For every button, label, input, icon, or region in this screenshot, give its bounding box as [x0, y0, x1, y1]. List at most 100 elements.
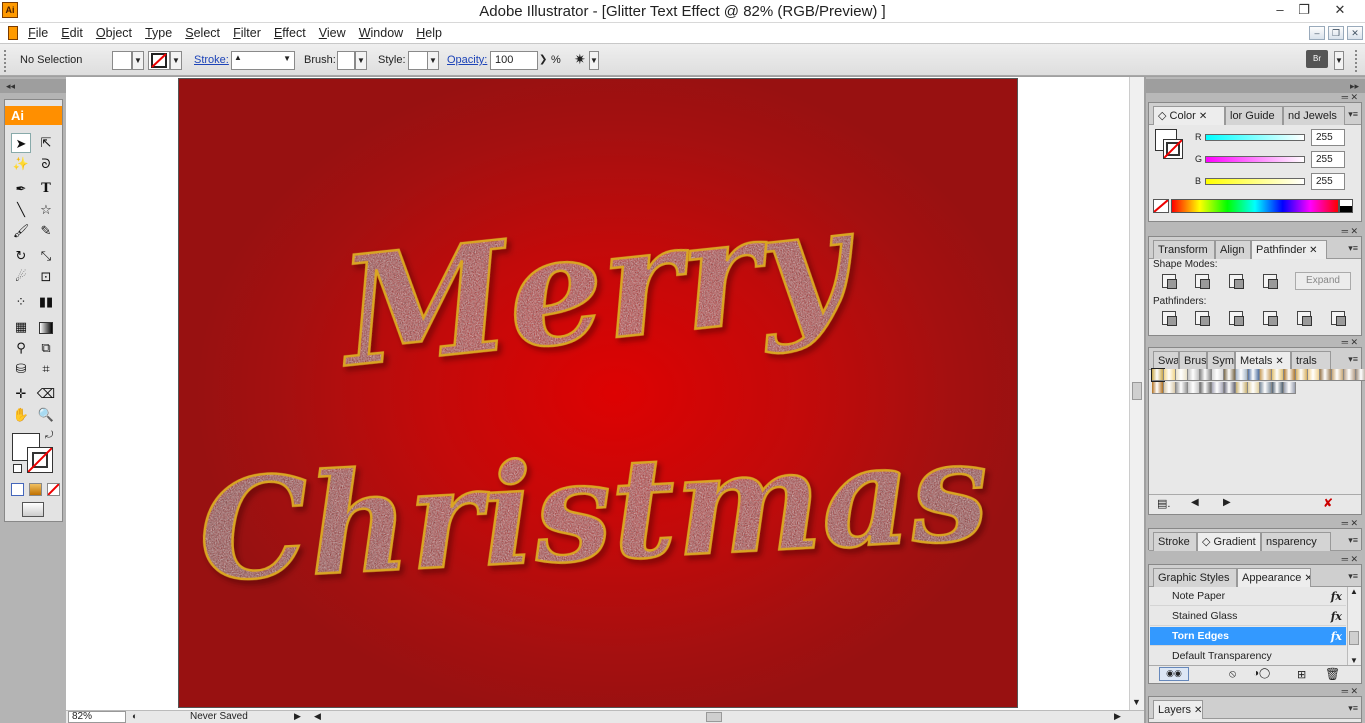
bridge-icon[interactable]: Br — [1306, 50, 1328, 68]
gradient-tool-icon[interactable] — [36, 317, 56, 337]
live-paint-selection-tool-icon[interactable]: ⌗ — [36, 359, 56, 379]
layers-collapse-icon[interactable]: ═ ✕ — [1342, 686, 1358, 697]
gradient-mode-icon[interactable] — [29, 483, 42, 496]
blend-tool-icon[interactable]: ⧉ — [36, 338, 56, 358]
scroll-thumb[interactable] — [1132, 382, 1142, 400]
tab-transform[interactable]: Transform — [1153, 240, 1215, 259]
intersect-icon[interactable] — [1229, 274, 1244, 289]
tab-gradient[interactable]: ◇ Gradient✕ — [1197, 532, 1261, 551]
tab-layers[interactable]: Layers ✕ — [1153, 700, 1203, 719]
expand-button[interactable]: Expand — [1295, 272, 1351, 290]
metal-swatch[interactable] — [1260, 382, 1272, 394]
trim-icon[interactable] — [1195, 311, 1210, 326]
control-bar-grip[interactable] — [4, 50, 8, 72]
metal-swatch[interactable] — [1164, 382, 1176, 394]
red-slider[interactable] — [1205, 134, 1305, 141]
break-link-icon[interactable]: ⦸ — [1229, 668, 1236, 681]
tab-align[interactable]: Align — [1215, 240, 1251, 259]
tab-brushes[interactable]: Brus — [1179, 351, 1207, 370]
sparkle-options-icon[interactable]: ✷ — [574, 51, 586, 68]
close-button[interactable]: ✕ — [1320, 0, 1360, 22]
style-libraries-icon[interactable]: ◉◉ — [1159, 667, 1189, 681]
menu-select[interactable]: Select — [180, 23, 225, 43]
metal-swatch[interactable] — [1356, 369, 1365, 381]
exclude-icon[interactable] — [1263, 274, 1278, 289]
metal-swatch[interactable] — [1224, 382, 1236, 394]
stroke-color-box[interactable] — [27, 447, 53, 473]
christmas-text[interactable]: Christmas — [194, 407, 994, 614]
pathfinder-menu-icon[interactable]: ▾≡ — [1348, 243, 1358, 254]
doc-minimize-button[interactable]: – — [1309, 26, 1325, 40]
styles-scroll-thumb[interactable] — [1349, 631, 1359, 645]
menu-help[interactable]: Help — [411, 23, 447, 43]
glitter-text-artwork[interactable]: Merry Christmas — [179, 79, 1018, 708]
merry-text[interactable]: Merry — [327, 171, 866, 403]
menu-window[interactable]: Window — [354, 23, 408, 43]
artboard[interactable]: Merry Christmas — [178, 78, 1018, 708]
tab-metals[interactable]: Metals ✕ — [1235, 351, 1291, 370]
vertical-scrollbar[interactable]: ▼ — [1129, 77, 1144, 710]
warp-tool-icon[interactable]: ☄ — [11, 267, 31, 287]
metal-swatch[interactable] — [1248, 369, 1260, 381]
menu-type[interactable]: Type — [140, 23, 177, 43]
metal-swatch[interactable] — [1284, 382, 1296, 394]
color-panel-menu-icon[interactable]: ▾≡ — [1348, 109, 1358, 120]
color-panel-collapse-icon[interactable]: ═ ✕ — [1342, 92, 1358, 103]
style-stained-glass[interactable]: Stained Glass fx — [1150, 607, 1346, 626]
document-icon[interactable] — [8, 26, 18, 40]
expand-panels-icon[interactable]: ▸▸ — [1146, 79, 1365, 93]
brush-field[interactable] — [337, 51, 355, 70]
swatches-menu-icon[interactable]: ▾≡ — [1348, 354, 1358, 365]
metal-swatch[interactable] — [1176, 369, 1188, 381]
eraser-tool-icon[interactable]: ⌫ — [36, 384, 56, 404]
h-scroll-thumb[interactable] — [706, 712, 722, 722]
status-arrow-icon[interactable]: ▶ — [294, 711, 301, 722]
tab-stroke[interactable]: Stroke — [1153, 532, 1197, 551]
opacity-label[interactable]: Opacity: — [447, 54, 487, 66]
scroll-down-icon[interactable]: ▼ — [1348, 656, 1360, 665]
divide-icon[interactable] — [1162, 311, 1177, 326]
color-stroke-box[interactable] — [1163, 139, 1183, 159]
tab-symbols[interactable]: Sym — [1207, 351, 1235, 370]
selection-tool-icon[interactable]: ➤ — [11, 133, 31, 153]
opacity-arrow-icon[interactable]: ❯ — [539, 54, 547, 65]
styles-scrollbar[interactable]: ▲ ▼ — [1347, 587, 1360, 665]
restore-button[interactable]: ❐ — [1292, 0, 1316, 22]
none-mode-icon[interactable] — [47, 483, 60, 496]
metal-swatch[interactable] — [1236, 369, 1248, 381]
red-value-field[interactable]: 255 — [1311, 129, 1345, 146]
metal-swatch[interactable] — [1176, 382, 1188, 394]
menu-view[interactable]: View — [314, 23, 351, 43]
star-tool-icon[interactable]: ☆ — [36, 200, 56, 220]
tab-jewels[interactable]: nd Jewels — [1283, 106, 1345, 125]
free-transform-tool-icon[interactable]: ⊡ — [36, 267, 56, 287]
metal-swatch[interactable] — [1188, 382, 1200, 394]
scroll-down-icon[interactable]: ▼ — [1132, 697, 1141, 707]
live-paint-bucket-tool-icon[interactable]: ⛁ — [11, 359, 31, 379]
fill-dropdown[interactable]: ▼ — [132, 51, 144, 70]
scale-tool-icon[interactable]: ⤡ — [36, 246, 56, 266]
minimize-button[interactable]: – — [1268, 0, 1292, 22]
green-value-field[interactable]: 255 — [1311, 151, 1345, 168]
minus-front-icon[interactable] — [1195, 274, 1210, 289]
metal-swatch[interactable] — [1296, 369, 1308, 381]
green-slider[interactable] — [1205, 156, 1305, 163]
lasso-tool-icon[interactable]: ᘐ — [36, 154, 56, 174]
type-tool-icon[interactable]: T — [36, 179, 56, 199]
swatch-library-menu-icon[interactable]: ▤. — [1157, 497, 1170, 510]
brush-dropdown[interactable]: ▼ — [355, 51, 367, 70]
pathfinder-collapse-icon[interactable]: ═ ✕ — [1342, 226, 1358, 237]
color-spectrum-bar[interactable] — [1171, 199, 1339, 213]
gradient-menu-icon[interactable]: ▾≡ — [1348, 535, 1358, 546]
stroke-label[interactable]: Stroke: — [194, 54, 229, 66]
metal-swatch[interactable] — [1200, 369, 1212, 381]
scroll-left-icon[interactable]: ◀ — [314, 711, 321, 722]
zoom-field[interactable]: 82% — [68, 711, 126, 723]
metal-swatch[interactable] — [1344, 369, 1356, 381]
rotate-tool-icon[interactable]: ↻ — [11, 246, 31, 266]
gradient-collapse-icon[interactable]: ═ ✕ — [1342, 518, 1358, 529]
metal-swatch[interactable] — [1152, 382, 1164, 394]
mesh-tool-icon[interactable]: ▦ — [11, 317, 31, 337]
pen-tool-icon[interactable]: ✒ — [11, 179, 31, 199]
symbol-sprayer-tool-icon[interactable]: ⁘ — [11, 292, 31, 312]
